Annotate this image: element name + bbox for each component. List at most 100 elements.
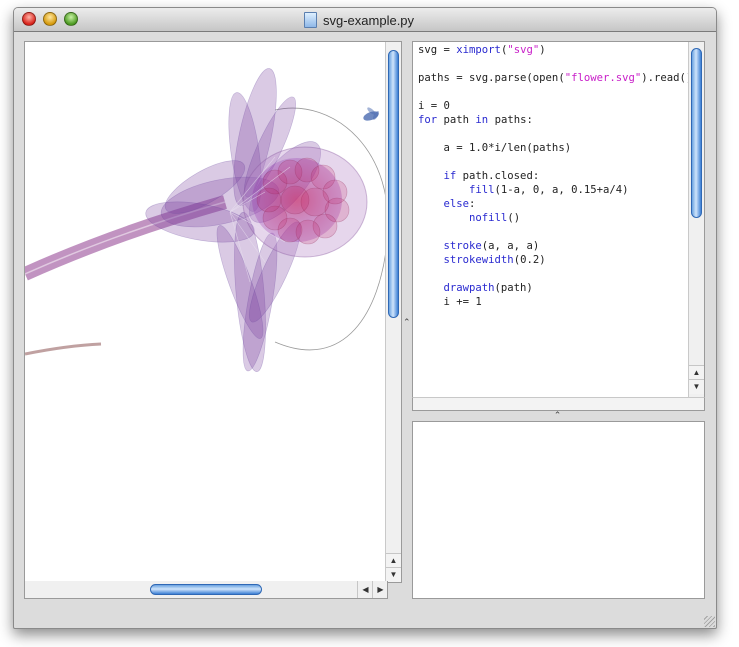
canvas-scroll-up-button[interactable]: ▲ bbox=[386, 553, 401, 568]
code-token: ximport bbox=[456, 44, 501, 56]
code-token: path bbox=[437, 114, 476, 126]
editor-vertical-scroll-thumb[interactable] bbox=[691, 48, 702, 218]
bug-icon bbox=[363, 107, 380, 121]
code-token: i += 1 bbox=[418, 296, 482, 308]
editor-scroll-up-button[interactable]: ▲ bbox=[689, 365, 704, 380]
code-line[interactable]: drawpath(path) bbox=[418, 281, 686, 295]
zoom-button[interactable] bbox=[64, 12, 78, 26]
code-token: (a, a, a) bbox=[481, 240, 540, 252]
code-line[interactable] bbox=[418, 365, 686, 379]
up-arrow-icon: ▲ bbox=[692, 368, 701, 377]
code-token: paths: bbox=[488, 114, 533, 126]
canvas-horizontal-scrollbar[interactable]: ◀ ▶ bbox=[24, 581, 388, 599]
editor-scroll-down-button[interactable]: ▼ bbox=[689, 379, 704, 394]
code-token: paths = svg.parse(open( bbox=[418, 72, 565, 84]
code-token: if bbox=[443, 170, 457, 182]
split-grip-icon: ⌃ bbox=[553, 410, 562, 420]
code-token: ) bbox=[539, 44, 546, 56]
code-line[interactable]: i += 1 bbox=[418, 295, 686, 309]
code-token: "svg" bbox=[507, 44, 540, 56]
code-token: "flower.svg" bbox=[564, 72, 642, 84]
close-button[interactable] bbox=[22, 12, 36, 26]
stem-small bbox=[25, 342, 102, 356]
code-line[interactable] bbox=[418, 85, 686, 99]
canvas-scroll-right-button[interactable]: ▶ bbox=[372, 581, 388, 598]
code-token: stroke bbox=[443, 240, 482, 252]
code-token: : bbox=[469, 198, 476, 210]
code-token: i = 0 bbox=[418, 100, 450, 112]
code-token: else bbox=[443, 198, 470, 210]
code-token: fill bbox=[469, 184, 495, 196]
code-token: nofill bbox=[469, 212, 508, 224]
code-line[interactable] bbox=[418, 267, 686, 281]
output-text bbox=[413, 422, 704, 428]
code-line[interactable]: fill(1-a, 0, a, 0.15+a/4) bbox=[418, 183, 686, 197]
canvas-scroll-down-button[interactable]: ▼ bbox=[386, 567, 401, 582]
canvas-scroll-left-button[interactable]: ◀ bbox=[357, 581, 373, 598]
code-token: strokewidth bbox=[443, 254, 514, 266]
window-title-group: svg-example.py bbox=[304, 11, 414, 29]
right-arrow-icon: ▶ bbox=[377, 585, 384, 594]
canvas-view[interactable]: ▲ ▼ bbox=[24, 41, 402, 583]
code-token: path.closed: bbox=[456, 170, 540, 182]
code-token: for bbox=[418, 114, 438, 126]
split-grip-icon: ⌃ bbox=[403, 317, 411, 327]
app-window: svg-example.py ▲ ▼ ◀ ▶ ⌃ svg = ximport("… bbox=[13, 7, 717, 629]
flower-bulb bbox=[242, 146, 368, 258]
title-bar: svg-example.py bbox=[14, 8, 716, 32]
document-icon bbox=[304, 12, 317, 28]
flower-artwork bbox=[25, 68, 386, 373]
code-line[interactable] bbox=[418, 127, 686, 141]
code-token: a = 1.0*i/len(paths) bbox=[418, 142, 572, 154]
vertical-split-handle[interactable]: ⌃ bbox=[401, 41, 411, 601]
code-token: svg = bbox=[418, 44, 457, 56]
minimize-button[interactable] bbox=[43, 12, 57, 26]
code-line[interactable] bbox=[418, 309, 686, 323]
code-token: () bbox=[507, 212, 521, 224]
code-line[interactable]: paths = svg.parse(open("flower.svg").rea… bbox=[418, 71, 699, 85]
code-line[interactable]: strokewidth(0.2) bbox=[418, 253, 686, 267]
code-line[interactable] bbox=[418, 351, 686, 365]
editor-vertical-scrollbar[interactable]: ▲ ▼ bbox=[688, 42, 704, 398]
code-token: (0.2) bbox=[513, 254, 546, 266]
code-line[interactable]: svg = ximport("svg") bbox=[418, 43, 686, 57]
code-line[interactable]: nofill() bbox=[418, 211, 686, 225]
code-token: drawpath bbox=[443, 282, 495, 294]
canvas-horizontal-scroll-thumb[interactable] bbox=[150, 584, 262, 595]
code-text[interactable]: svg = ximport("svg") paths = svg.parse(op… bbox=[418, 43, 699, 398]
horizontal-split-handle[interactable]: ⌃ bbox=[412, 410, 703, 421]
left-arrow-icon: ◀ bbox=[362, 585, 369, 594]
code-token: (1-a, 0, a, 0.15+a/4) bbox=[494, 184, 629, 196]
code-line[interactable]: stroke(a, a, a) bbox=[418, 239, 686, 253]
code-line[interactable]: i = 0 bbox=[418, 99, 686, 113]
code-line[interactable] bbox=[418, 57, 686, 71]
window-resize-grip[interactable] bbox=[704, 616, 715, 627]
code-line[interactable] bbox=[418, 337, 686, 351]
code-line[interactable] bbox=[418, 225, 686, 239]
code-line[interactable] bbox=[418, 323, 686, 337]
code-line[interactable] bbox=[418, 155, 686, 169]
code-token: (path) bbox=[494, 282, 533, 294]
canvas-vertical-scroll-thumb[interactable] bbox=[388, 50, 399, 318]
code-token: in bbox=[475, 114, 489, 126]
window-title: svg-example.py bbox=[323, 12, 415, 28]
down-arrow-icon: ▼ bbox=[389, 570, 398, 579]
up-arrow-icon: ▲ bbox=[389, 556, 398, 565]
canvas-vertical-scrollbar[interactable]: ▲ ▼ bbox=[385, 42, 401, 582]
code-line[interactable]: for path in paths: bbox=[418, 113, 686, 127]
code-line[interactable]: a = 1.0*i/len(paths) bbox=[418, 141, 686, 155]
code-line[interactable]: if path.closed: bbox=[418, 169, 686, 183]
code-editor[interactable]: svg = ximport("svg") paths = svg.parse(op… bbox=[412, 41, 705, 399]
code-line[interactable] bbox=[418, 379, 686, 393]
code-line[interactable]: else: bbox=[418, 197, 686, 211]
editor-horizontal-scrollbar[interactable] bbox=[412, 397, 705, 411]
output-console[interactable] bbox=[412, 421, 705, 599]
down-arrow-icon: ▼ bbox=[692, 382, 701, 391]
